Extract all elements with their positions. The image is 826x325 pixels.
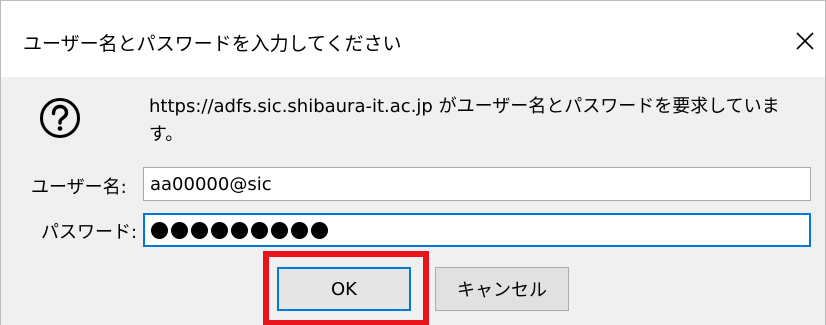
username-label: ユーザー名: [31, 177, 127, 198]
username-input[interactable] [143, 167, 811, 201]
password-mask [151, 221, 328, 239]
password-dot [251, 221, 268, 239]
password-dot [191, 221, 208, 239]
password-dot [151, 221, 168, 239]
password-dot [291, 221, 308, 239]
close-button[interactable] [785, 25, 825, 57]
password-label: パスワード: [41, 222, 138, 243]
auth-dialog: ユーザー名とパスワードを入力してください https://adfs.sic.sh… [0, 0, 826, 325]
ok-button[interactable]: OK [277, 267, 411, 311]
password-input[interactable] [143, 213, 811, 247]
password-dot [311, 221, 328, 239]
dialog-title: ユーザー名とパスワードを入力してください [23, 33, 402, 55]
password-dot [171, 221, 188, 239]
close-icon [796, 32, 814, 50]
prompt-message: https://adfs.sic.shibaura-it.ac.jp がユーザー… [149, 96, 780, 145]
cancel-button[interactable]: キャンセル [435, 267, 569, 311]
question-icon [40, 98, 80, 138]
password-dot [231, 221, 248, 239]
password-dot [211, 221, 228, 239]
password-dot [271, 221, 288, 239]
title-bar: ユーザー名とパスワードを入力してください [1, 1, 825, 77]
